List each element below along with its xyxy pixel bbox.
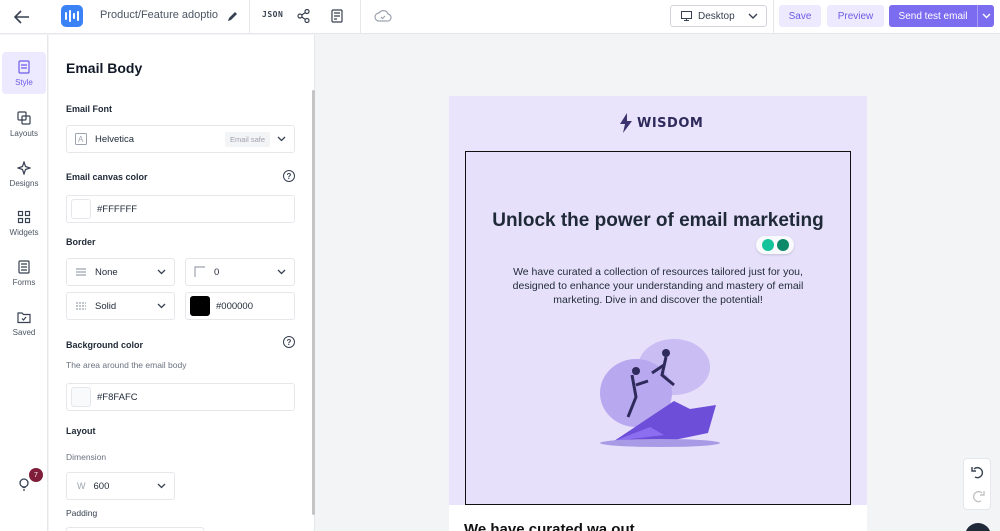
chevron-down-icon — [277, 136, 286, 142]
teamwork-illustration[interactable] — [590, 335, 730, 447]
grammarly-icon — [761, 239, 774, 251]
help-icon[interactable]: ? — [283, 170, 295, 182]
bg-color-description: The area around the email body — [66, 360, 187, 370]
divider — [773, 0, 774, 34]
rail-item-label: Widgets — [9, 227, 39, 237]
rail-item-label: Forms — [12, 277, 36, 287]
brand-logo[interactable]: WISDOM — [619, 113, 703, 133]
designs-icon — [17, 160, 31, 175]
color-swatch[interactable] — [190, 296, 210, 316]
brand-name: WISDOM — [637, 115, 704, 131]
chevron-down-icon — [157, 269, 166, 275]
rail-item-forms[interactable]: Forms — [2, 252, 46, 294]
redo-icon[interactable] — [970, 489, 986, 505]
hero-block[interactable] — [465, 151, 851, 505]
preview-button[interactable]: Preview — [827, 5, 884, 27]
canvas-color-value: #FFFFFF — [97, 203, 138, 215]
email-font-select[interactable]: A Helvetica Email safe — [66, 125, 295, 153]
rail-item-label: Style — [15, 77, 33, 87]
chevron-down-icon — [157, 303, 166, 309]
chevron-down-icon — [982, 13, 990, 19]
layout-label: Layout — [66, 426, 96, 436]
chevron-down-icon — [748, 13, 758, 19]
border-style-value: Solid — [95, 300, 117, 312]
document-title[interactable]: Product/Feature adoptio — [100, 9, 225, 21]
forms-icon — [18, 259, 30, 274]
device-select[interactable]: Desktop — [670, 5, 767, 27]
rail-item-label: Saved — [12, 327, 36, 337]
notification-badge: 7 — [29, 468, 43, 482]
padding-label: Padding — [66, 508, 98, 518]
app-logo-icon — [61, 5, 83, 27]
chevron-down-icon — [157, 483, 166, 489]
send-test-email-button[interactable]: Send test email — [889, 5, 977, 27]
email-font-value: Helvetica — [95, 133, 135, 145]
email-font-label: Email Font — [66, 104, 113, 114]
border-color-value: #000000 — [216, 300, 253, 312]
rail-item-layouts[interactable]: Layouts — [2, 103, 46, 145]
border-label: Border — [66, 237, 96, 247]
rail-item-label: Designs — [9, 178, 39, 188]
bg-color-value: #F8FAFC — [97, 391, 138, 403]
rail-item-style[interactable]: Style — [2, 52, 46, 94]
back-arrow-icon[interactable] — [10, 7, 34, 27]
json-button[interactable]: JSON — [262, 10, 283, 19]
canvas-color-label: Email canvas color — [66, 172, 148, 182]
history-controls — [963, 458, 991, 510]
dimension-label: Dimension — [66, 452, 107, 462]
divider — [360, 0, 361, 34]
save-button[interactable]: Save — [779, 5, 821, 27]
border-lines-icon — [76, 268, 86, 276]
next-section-heading[interactable]: We have curated wa out — [464, 521, 635, 531]
widgets-icon — [17, 210, 31, 223]
grammarly-check-icon — [776, 239, 789, 251]
color-swatch[interactable] — [71, 199, 91, 219]
lightning-logo-icon — [620, 113, 632, 133]
rail-item-label: Layouts — [9, 128, 39, 138]
grammarly-widget[interactable] — [756, 236, 794, 254]
layouts-icon — [17, 110, 31, 125]
saved-icon — [17, 311, 31, 323]
rail-item-widgets[interactable]: Widgets — [2, 202, 46, 244]
notes-icon[interactable] — [330, 8, 344, 24]
hero-text[interactable]: We have curated a collection of resource… — [510, 265, 806, 307]
border-color-field[interactable]: #000000 — [185, 292, 295, 320]
svg-text:A: A — [78, 135, 84, 144]
panel-scrollbar[interactable] — [312, 90, 315, 515]
help-icon[interactable]: ? — [283, 336, 295, 348]
bg-color-label: Background color — [66, 340, 144, 350]
share-icon[interactable] — [296, 8, 310, 24]
color-swatch[interactable] — [71, 387, 91, 407]
padding-field[interactable] — [66, 527, 204, 531]
rail-item-designs[interactable]: Designs — [2, 153, 46, 195]
left-rail: Style Layouts Designs Widgets Forms Save… — [0, 35, 48, 531]
width-prefix: W — [77, 481, 86, 491]
border-type-select[interactable]: None — [66, 258, 175, 286]
border-width-value: 0 — [214, 266, 220, 278]
canvas-color-field[interactable]: #FFFFFF — [66, 195, 295, 223]
device-label: Desktop — [698, 10, 735, 22]
cloud-sync-icon — [374, 9, 392, 23]
edit-pencil-icon[interactable] — [226, 8, 240, 24]
bg-color-field[interactable]: #F8FAFC — [66, 383, 295, 411]
dimension-value: 600 — [93, 480, 110, 492]
dimension-select[interactable]: W 600 — [66, 472, 175, 500]
send-options-dropdown[interactable] — [977, 5, 994, 27]
border-type-value: None — [95, 266, 118, 278]
rail-item-saved[interactable]: Saved — [2, 302, 46, 344]
divider — [249, 0, 250, 34]
font-icon: A — [75, 133, 87, 145]
panel-title: Email Body — [66, 60, 143, 76]
monitor-icon — [681, 11, 692, 21]
hero-title[interactable]: Unlock the power of email marketing — [481, 208, 835, 233]
top-bar: Product/Feature adoptio JSON Desktop Sav… — [0, 0, 1000, 34]
email-safe-badge: Email safe — [224, 132, 270, 147]
border-width-select[interactable]: 0 — [185, 258, 295, 286]
border-style-select[interactable]: Solid — [66, 292, 175, 320]
border-style-icon — [76, 302, 86, 310]
style-icon — [18, 59, 30, 74]
border-corner-icon — [194, 266, 205, 277]
chevron-down-icon — [277, 269, 286, 275]
undo-icon[interactable] — [970, 465, 986, 481]
